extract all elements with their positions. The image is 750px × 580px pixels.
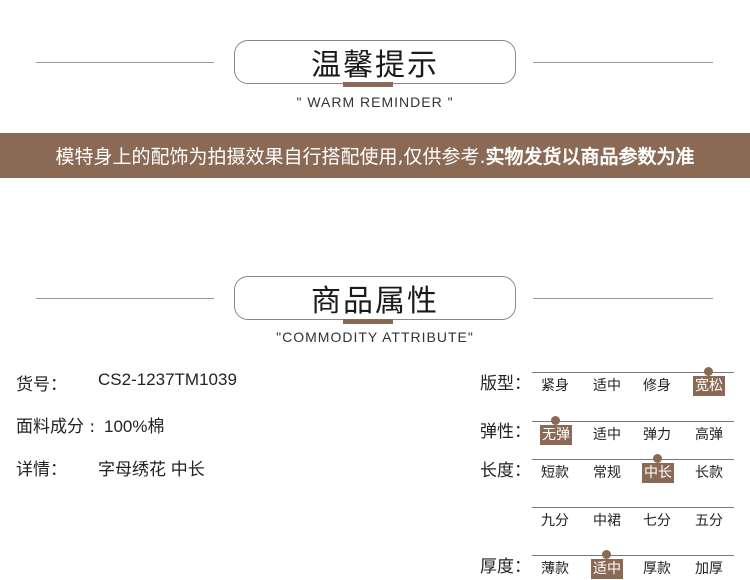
spec-option: 厚款 bbox=[643, 561, 671, 577]
spec-row-line bbox=[532, 459, 734, 460]
attr-label-fabric: 面料成分 : bbox=[16, 417, 96, 437]
right-divider-line bbox=[533, 298, 713, 299]
right-divider-line bbox=[533, 62, 713, 63]
section-title: 温馨提示 bbox=[311, 48, 439, 83]
spec-option: 适中 bbox=[593, 378, 621, 394]
section-title-box: 商品属性 bbox=[234, 276, 516, 320]
spec-option: 中裙 bbox=[593, 513, 621, 529]
section-title-box: 温馨提示 bbox=[234, 40, 516, 84]
attr-value-sku: CS2-1237TM1039 bbox=[98, 370, 237, 389]
section-subtitle: "COMMODITY ATTRIBUTE" bbox=[276, 329, 474, 345]
attr-value-detail: 字母绣花 中长 bbox=[98, 460, 205, 479]
spec-selected-dot bbox=[653, 454, 662, 463]
spec-selected-dot bbox=[551, 416, 560, 425]
section-subtitle: " WARM REMINDER " bbox=[296, 94, 454, 110]
attr-label-sku: 货号： bbox=[16, 375, 67, 395]
spec-row-line bbox=[532, 507, 734, 508]
attr-value-fabric: 100%棉 bbox=[104, 417, 165, 436]
spec-option: 薄款 bbox=[541, 561, 569, 577]
title-underline-accent bbox=[343, 82, 393, 87]
spec-selected-dot bbox=[704, 367, 713, 376]
spec-option: 常规 bbox=[593, 465, 621, 481]
notice-banner: 模特身上的配饰为拍摄效果自行搭配使用,仅供参考. 实物发货以商品参数为准 bbox=[0, 133, 750, 178]
spec-row-line bbox=[532, 421, 734, 422]
left-divider-line bbox=[36, 62, 214, 63]
section-title: 商品属性 bbox=[311, 284, 439, 319]
spec-option: 紧身 bbox=[541, 378, 569, 394]
notice-bold-text: 实物发货以商品参数为准 bbox=[485, 146, 695, 168]
spec-label-thickness: 厚度： bbox=[480, 557, 531, 577]
spec-label-length: 长度： bbox=[480, 461, 531, 481]
spec-label-fit: 版型： bbox=[480, 374, 531, 394]
spec-option: 适中 bbox=[593, 427, 621, 443]
spec-option-selected: 适中 bbox=[591, 559, 623, 579]
spec-option-selected: 中长 bbox=[642, 463, 674, 483]
spec-option: 弹力 bbox=[643, 427, 671, 443]
spec-label-elasticity: 弹性： bbox=[480, 422, 531, 442]
spec-option: 短款 bbox=[541, 465, 569, 481]
spec-option: 五分 bbox=[695, 513, 723, 529]
spec-option: 修身 bbox=[643, 378, 671, 394]
spec-option: 加厚 bbox=[695, 561, 723, 577]
spec-selected-dot bbox=[602, 550, 611, 559]
spec-row-line bbox=[532, 555, 734, 556]
spec-option: 七分 bbox=[643, 513, 671, 529]
left-divider-line bbox=[36, 298, 214, 299]
spec-option: 高弹 bbox=[695, 427, 723, 443]
spec-option-selected: 宽松 bbox=[693, 376, 725, 396]
spec-option: 长款 bbox=[695, 465, 723, 481]
title-underline-accent bbox=[343, 319, 393, 324]
spec-option: 九分 bbox=[541, 513, 569, 529]
spec-option-selected: 无弹 bbox=[540, 425, 572, 445]
notice-text: 模特身上的配饰为拍摄效果自行搭配使用,仅供参考. bbox=[55, 146, 486, 168]
attr-label-detail: 详情： bbox=[16, 460, 67, 480]
